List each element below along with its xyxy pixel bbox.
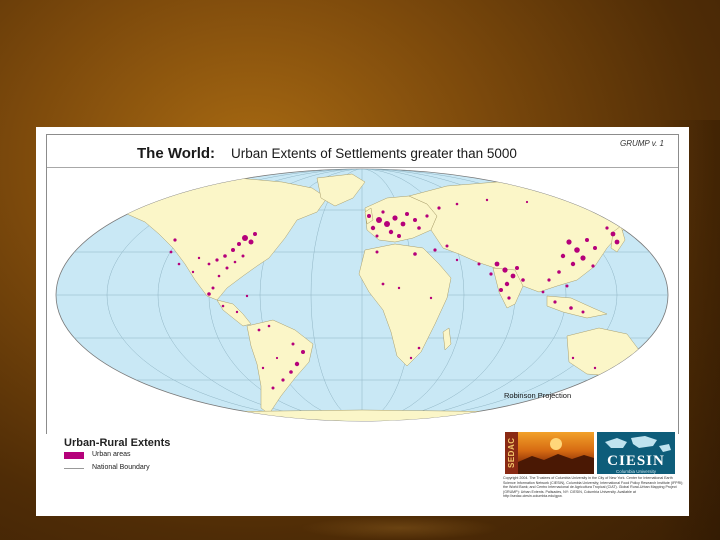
map-projection-label: Robinson Projection	[504, 391, 572, 400]
copyright-text: Copyright 2004. The Trustees of Columbia…	[503, 476, 684, 499]
map-frame: The World: Urban Extents of Settlements …	[46, 134, 679, 434]
map-title-bar: The World: Urban Extents of Settlements …	[47, 135, 678, 168]
map-title: Urban Extents of Settlements greater tha…	[231, 146, 517, 161]
sedac-landscape-icon	[518, 438, 594, 474]
boundary-line-swatch	[64, 468, 84, 469]
sedac-logo: SEDAC	[505, 432, 594, 474]
ciesin-logo-subtext: Columbia University	[615, 469, 656, 474]
ciesin-logo-text: CIESIN	[607, 453, 665, 469]
map-poster: The World: Urban Extents of Settlements …	[36, 127, 689, 516]
sedac-logo-text: SEDAC	[505, 432, 518, 474]
slide-floor-glow	[300, 516, 500, 540]
sedac-logo-image	[518, 432, 594, 474]
legend-label-boundary: National Boundary	[92, 464, 150, 471]
legend-title: Urban-Rural Extents	[64, 437, 171, 449]
legend-label-urban: Urban areas	[92, 451, 131, 458]
ciesin-logo: CIESIN Columbia University	[597, 432, 675, 474]
world-map	[47, 168, 678, 434]
map-version: GRUMP v. 1	[619, 139, 664, 148]
map-title-prefix: The World:	[137, 145, 216, 162]
urban-area-swatch	[64, 452, 84, 459]
